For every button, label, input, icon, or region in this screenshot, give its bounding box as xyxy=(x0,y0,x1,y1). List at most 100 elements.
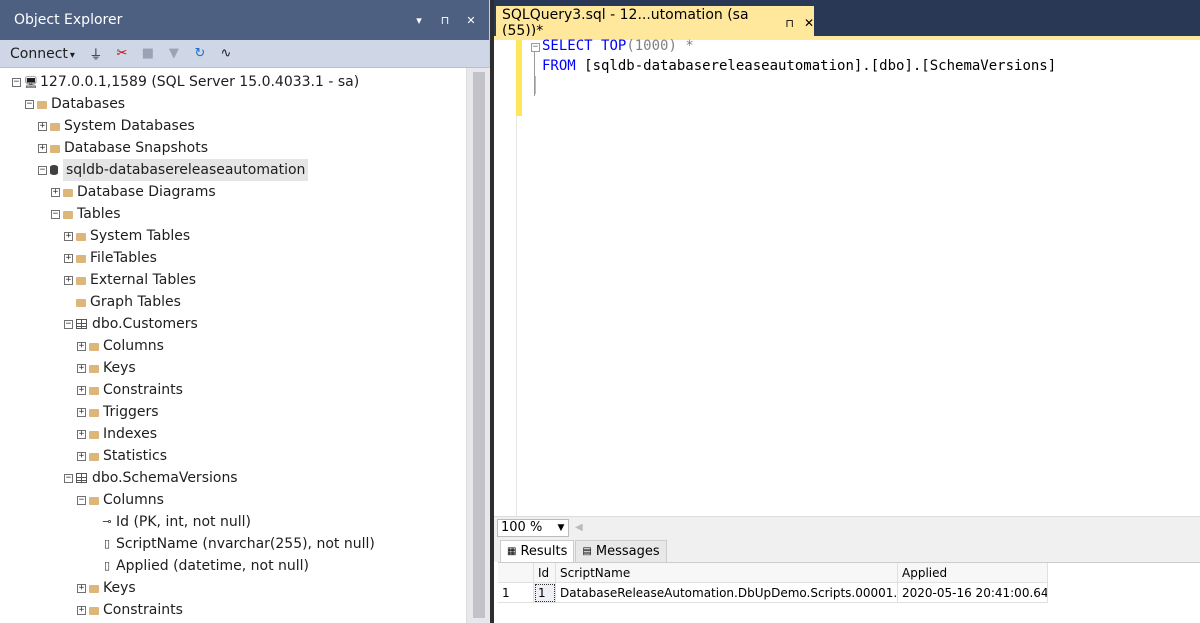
tab-title: SQLQuery3.sql - 12...utomation (sa (55))… xyxy=(502,7,749,39)
row-number-header[interactable] xyxy=(498,563,534,583)
tree-node-customers-constraints[interactable]: + Constraints xyxy=(77,379,183,401)
tree-node-table-customers[interactable]: − dbo.Customers xyxy=(64,313,198,335)
tree-node-label: System Tables xyxy=(90,228,191,244)
tree-node-graph-tables[interactable]: Graph Tables xyxy=(64,291,181,313)
zoom-bar: 100 % ▼ ◀ xyxy=(494,516,1200,538)
scroll-left-icon[interactable]: ◀ xyxy=(575,522,583,533)
tree-node-database-diagrams[interactable]: + Database Diagrams xyxy=(51,181,216,203)
cell-applied[interactable]: 2020-05-16 20:41:00.640 xyxy=(898,583,1048,603)
tree-node-customers-indexes[interactable]: + Indexes xyxy=(77,423,157,445)
zoom-select[interactable]: 100 % ▼ xyxy=(497,518,569,537)
tree-scrollbar[interactable] xyxy=(466,68,490,623)
collapse-icon[interactable]: − xyxy=(64,319,73,329)
tree-node-label: Databases xyxy=(51,96,126,112)
collapse-icon[interactable]: − xyxy=(38,165,47,175)
refresh-icon[interactable]: ↻ xyxy=(189,44,211,64)
tree-node-label: Constraints xyxy=(103,602,183,618)
tree-node-schemaversions-columns[interactable]: − Columns xyxy=(77,489,164,511)
tree-node-schemaversions-keys[interactable]: + Keys xyxy=(77,577,136,599)
tree-node-customers-columns[interactable]: + Columns xyxy=(77,335,164,357)
tree-node-database-snapshots[interactable]: + Database Snapshots xyxy=(38,137,208,159)
tree-node-system-tables[interactable]: + System Tables xyxy=(64,225,190,247)
tree-node-database[interactable]: − sqldb-databasereleaseautomation xyxy=(38,159,309,181)
stop-icon[interactable]: ■ xyxy=(137,44,159,64)
folder-icon xyxy=(76,254,86,263)
tree-node-tables[interactable]: − Tables xyxy=(51,203,121,225)
collapse-icon[interactable]: − xyxy=(25,99,34,109)
expand-icon[interactable]: + xyxy=(77,451,86,461)
expand-icon[interactable]: + xyxy=(77,385,86,395)
column-header-id[interactable]: Id xyxy=(534,563,556,583)
collapse-icon[interactable]: − xyxy=(12,77,21,87)
column-header-applied[interactable]: Applied xyxy=(898,563,1048,583)
object-explorer-panel: Object Explorer ▾ ⊓ ✕ Connect ▾ ⏚ ✂ ■ ▼ ↻… xyxy=(0,0,490,623)
expand-icon[interactable]: + xyxy=(51,187,60,197)
table-row[interactable]: 1 1 DatabaseReleaseAutomation.DbUpDemo.S… xyxy=(498,583,1048,603)
tree-node-databases[interactable]: − Databases xyxy=(25,93,125,115)
collapse-icon[interactable]: − xyxy=(64,473,73,483)
tree-node-table-schemaversions[interactable]: − dbo.SchemaVersions xyxy=(64,467,238,489)
tree-node-label: sqldb-databasereleaseautomation xyxy=(63,159,309,181)
tree-node-label: FileTables xyxy=(90,250,157,266)
tree-node-schemaversions-constraints[interactable]: + Constraints xyxy=(77,599,183,621)
tree-node-column-applied[interactable]: ▯ Applied (datetime, not null) xyxy=(102,555,309,577)
activity-monitor-icon[interactable]: ∿ xyxy=(215,44,237,64)
table-icon xyxy=(76,473,87,483)
close-icon[interactable]: ✕ xyxy=(804,16,814,30)
folder-icon xyxy=(89,430,99,439)
folder-icon xyxy=(37,100,47,109)
tab-messages[interactable]: ▤ Messages xyxy=(575,540,667,562)
tree-node-column-id[interactable]: ⊸ Id (PK, int, not null) xyxy=(102,511,251,533)
expand-icon[interactable]: + xyxy=(77,363,86,373)
pin-icon[interactable]: ⊓ xyxy=(785,17,794,30)
folder-icon xyxy=(89,606,99,615)
expand-icon[interactable]: + xyxy=(77,583,86,593)
folder-icon xyxy=(50,122,60,131)
expand-icon[interactable]: + xyxy=(77,605,86,615)
expand-icon[interactable]: + xyxy=(77,429,86,439)
collapse-icon[interactable]: − xyxy=(51,209,60,219)
cell-scriptname[interactable]: DatabaseReleaseAutomation.DbUpDemo.Scrip… xyxy=(556,583,898,603)
scrollbar-thumb[interactable] xyxy=(473,72,485,618)
tree-node-label: Columns xyxy=(103,492,164,508)
select-star: * xyxy=(676,38,694,54)
window-position-icon[interactable]: ▾ xyxy=(409,14,429,27)
expand-icon[interactable]: + xyxy=(77,341,86,351)
filter-icon[interactable]: ▼ xyxy=(163,44,185,64)
tree-node-column-scriptname[interactable]: ▯ ScriptName (nvarchar(255), not null) xyxy=(102,533,375,555)
expand-icon[interactable]: + xyxy=(64,231,73,241)
folder-icon xyxy=(76,276,86,285)
collapse-icon[interactable]: − xyxy=(77,495,86,505)
tree-node-filetables[interactable]: + FileTables xyxy=(64,247,157,269)
connect-plug-icon[interactable]: ⏚ xyxy=(85,44,107,64)
auto-hide-pin-icon[interactable]: ⊓ xyxy=(435,14,455,27)
expand-icon[interactable]: + xyxy=(38,121,47,131)
expand-icon[interactable]: + xyxy=(38,143,47,153)
tree-node-label: Indexes xyxy=(103,426,158,442)
folder-icon xyxy=(89,386,99,395)
tree-node-customers-triggers[interactable]: + Triggers xyxy=(77,401,159,423)
column-header-scriptname[interactable]: ScriptName xyxy=(556,563,898,583)
chevron-down-icon: ▾ xyxy=(69,49,75,61)
code-editor[interactable]: − SELECT TOP(1000) * FROM [sqldb-databas… xyxy=(494,38,1200,518)
folder-icon xyxy=(50,144,60,153)
row-number[interactable]: 1 xyxy=(498,583,534,603)
tree-node-external-tables[interactable]: + External Tables xyxy=(64,269,196,291)
expand-icon[interactable]: + xyxy=(77,407,86,417)
disconnect-icon[interactable]: ✂ xyxy=(111,44,133,64)
tree-node-customers-keys[interactable]: + Keys xyxy=(77,357,136,379)
tab-sqlquery3[interactable]: SQLQuery3.sql - 12...utomation (sa (55))… xyxy=(496,6,814,40)
tab-results[interactable]: ▦ Results xyxy=(500,540,575,562)
tree-node-label: Keys xyxy=(103,580,136,596)
tree-node-customers-statistics[interactable]: + Statistics xyxy=(77,445,167,467)
cell-id[interactable]: 1 xyxy=(534,583,556,603)
tree-node-server[interactable]: − 🖥 127.0.0.1,1589 (SQL Server 15.0.4033… xyxy=(12,71,359,93)
expand-icon[interactable]: + xyxy=(64,253,73,263)
expand-icon[interactable]: + xyxy=(64,275,73,285)
close-icon[interactable]: ✕ xyxy=(461,14,481,27)
collapse-region-icon[interactable]: − xyxy=(531,43,540,52)
connect-button[interactable]: Connect ▾ xyxy=(10,46,75,62)
text-cursor xyxy=(535,76,536,94)
tree-node-system-databases[interactable]: + System Databases xyxy=(38,115,195,137)
tree-node-label: Graph Tables xyxy=(90,294,181,310)
